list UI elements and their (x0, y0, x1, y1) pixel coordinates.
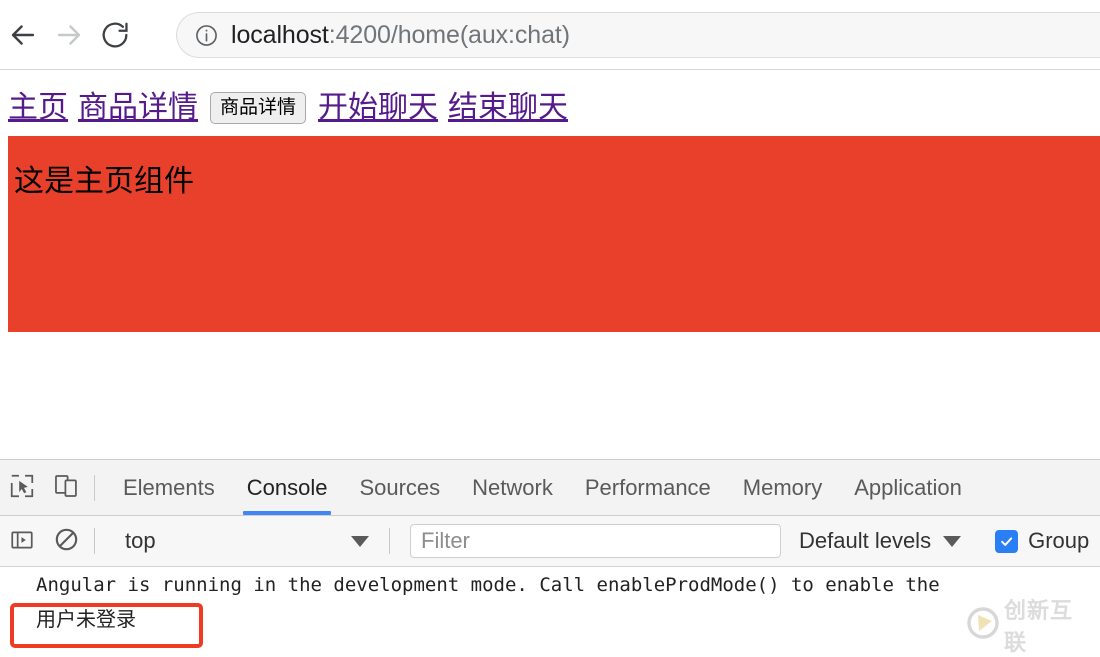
console-filter-input[interactable] (410, 524, 781, 558)
tab-application[interactable]: Application (838, 461, 978, 515)
console-message-user-not-logged-in: 用户未登录 (36, 609, 136, 631)
forward-button[interactable] (46, 12, 92, 58)
execution-context-selector[interactable]: top (113, 524, 383, 558)
group-similar-label: Group (1028, 528, 1090, 553)
reload-icon (99, 19, 131, 51)
nav-link-home[interactable]: 主页 (8, 91, 68, 125)
console-sidebar-toggle-button[interactable] (0, 519, 44, 563)
devtools-panel: Elements Console Sources Network Perform… (0, 459, 1100, 653)
back-button[interactable] (0, 12, 46, 58)
log-levels-selector[interactable]: Default levels (799, 528, 975, 554)
console-sidebar-toggle-icon (9, 527, 35, 556)
address-bar-url: localhost:4200/home(aux:chat) (231, 21, 570, 50)
toolbar-divider-2 (389, 528, 390, 554)
toolbar-divider-1 (94, 528, 95, 554)
tab-sources[interactable]: Sources (343, 461, 456, 515)
device-toggle-icon (52, 472, 80, 503)
device-toolbar-button[interactable] (44, 466, 88, 510)
tab-performance[interactable]: Performance (569, 461, 727, 515)
home-component-text: 这是主页组件 (14, 165, 194, 198)
tab-console[interactable]: Console (231, 461, 344, 515)
tab-memory[interactable]: Memory (727, 461, 838, 515)
arrow-right-icon (52, 18, 86, 52)
console-message-angular: Angular is running in the development mo… (36, 574, 940, 596)
reload-button[interactable] (92, 12, 138, 58)
browser-toolbar: localhost:4200/home(aux:chat) (0, 0, 1100, 70)
url-path: :4200/home(aux:chat) (328, 20, 570, 49)
execution-context-value: top (125, 528, 156, 553)
app-nav: 主页 商品详情 商品详情 开始聊天 结束聊天 (8, 91, 578, 125)
nav-link-product-detail[interactable]: 商品详情 (78, 91, 198, 125)
clear-console-button[interactable] (44, 519, 88, 563)
product-detail-button[interactable]: 商品详情 (210, 92, 307, 124)
tabbar-divider (94, 474, 95, 501)
page-viewport: 主页 商品详情 商品详情 开始聊天 结束聊天 这是主页组件 (0, 70, 1100, 459)
home-component-panel: 这是主页组件 (8, 136, 1100, 332)
chevron-down-icon (943, 535, 962, 547)
url-host: localhost (231, 20, 329, 49)
tab-network[interactable]: Network (456, 461, 569, 515)
tab-elements[interactable]: Elements (107, 461, 231, 515)
clear-console-icon (53, 526, 80, 556)
address-bar[interactable]: localhost:4200/home(aux:chat) (176, 12, 1100, 58)
log-levels-value: Default levels (799, 528, 932, 553)
cursor-select-icon (8, 472, 36, 503)
nav-link-start-chat[interactable]: 开始聊天 (318, 91, 438, 125)
browser-nav-buttons (0, 0, 138, 69)
arrow-left-icon (6, 18, 40, 52)
info-circle-icon[interactable] (193, 22, 219, 48)
console-toolbar: top Default levels Group (0, 516, 1100, 567)
nav-link-end-chat[interactable]: 结束聊天 (448, 91, 568, 125)
group-similar-toggle[interactable]: Group (995, 528, 1089, 554)
group-similar-checkbox[interactable] (995, 529, 1019, 553)
inspect-element-button[interactable] (0, 466, 44, 510)
chevron-down-icon (351, 535, 369, 547)
devtools-tabbar: Elements Console Sources Network Perform… (0, 460, 1100, 516)
console-messages: Angular is running in the development mo… (0, 567, 1100, 653)
